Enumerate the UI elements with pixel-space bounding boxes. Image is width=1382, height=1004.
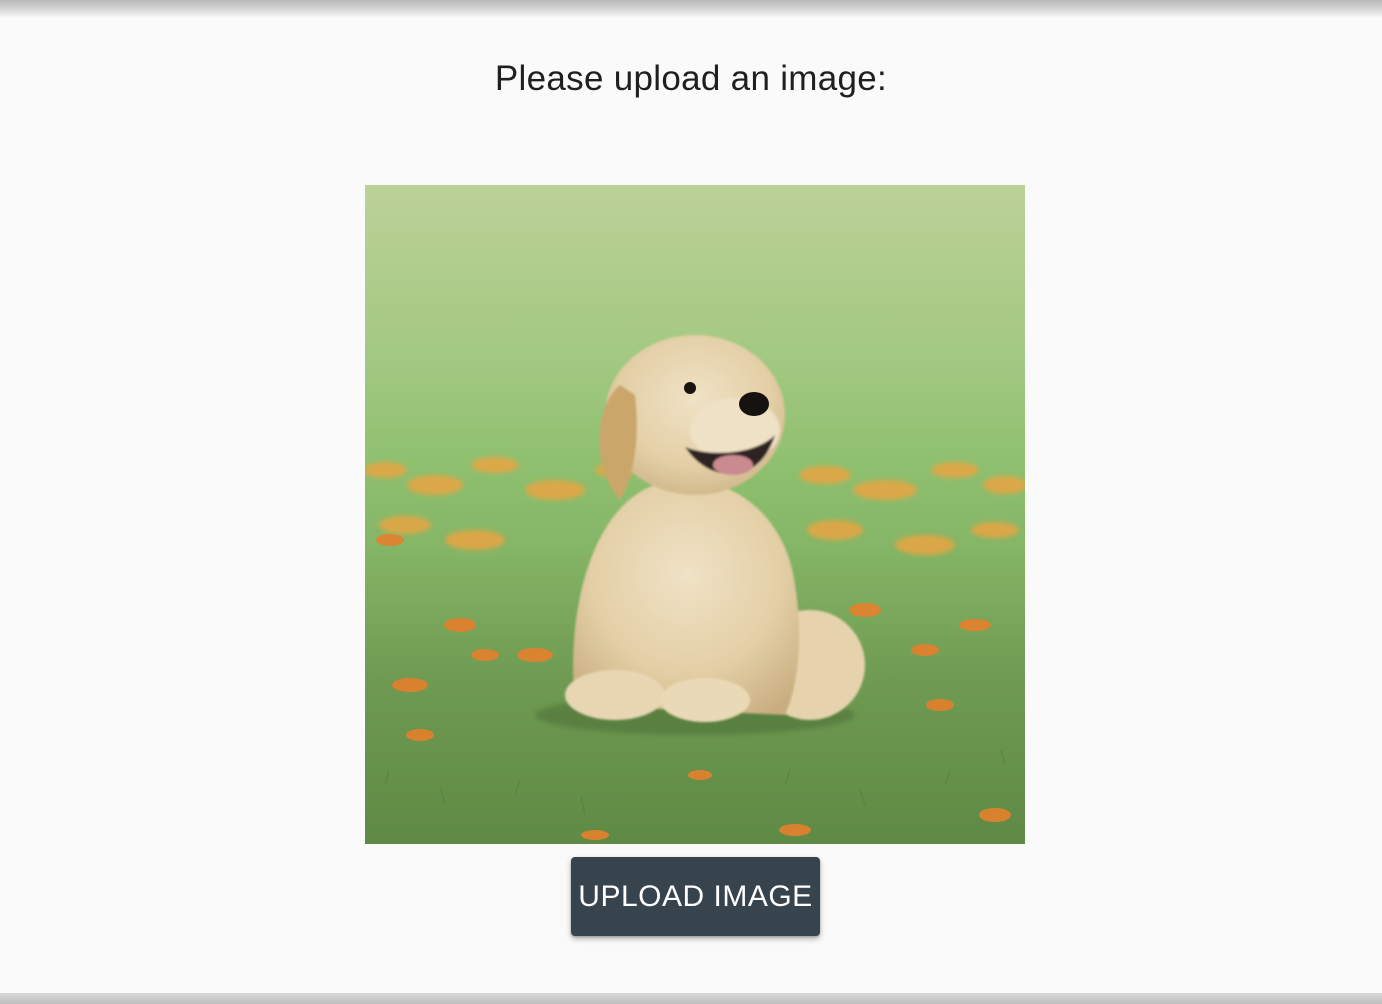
upload-image-button[interactable]: UPLOAD IMAGE (571, 857, 820, 936)
top-app-bar-shadow (0, 0, 1382, 18)
upload-prompt: Please upload an image: (494, 59, 888, 98)
image-preview (365, 185, 1025, 844)
bottom-edge-bar (0, 993, 1382, 1004)
puppy-photo (365, 185, 1025, 844)
